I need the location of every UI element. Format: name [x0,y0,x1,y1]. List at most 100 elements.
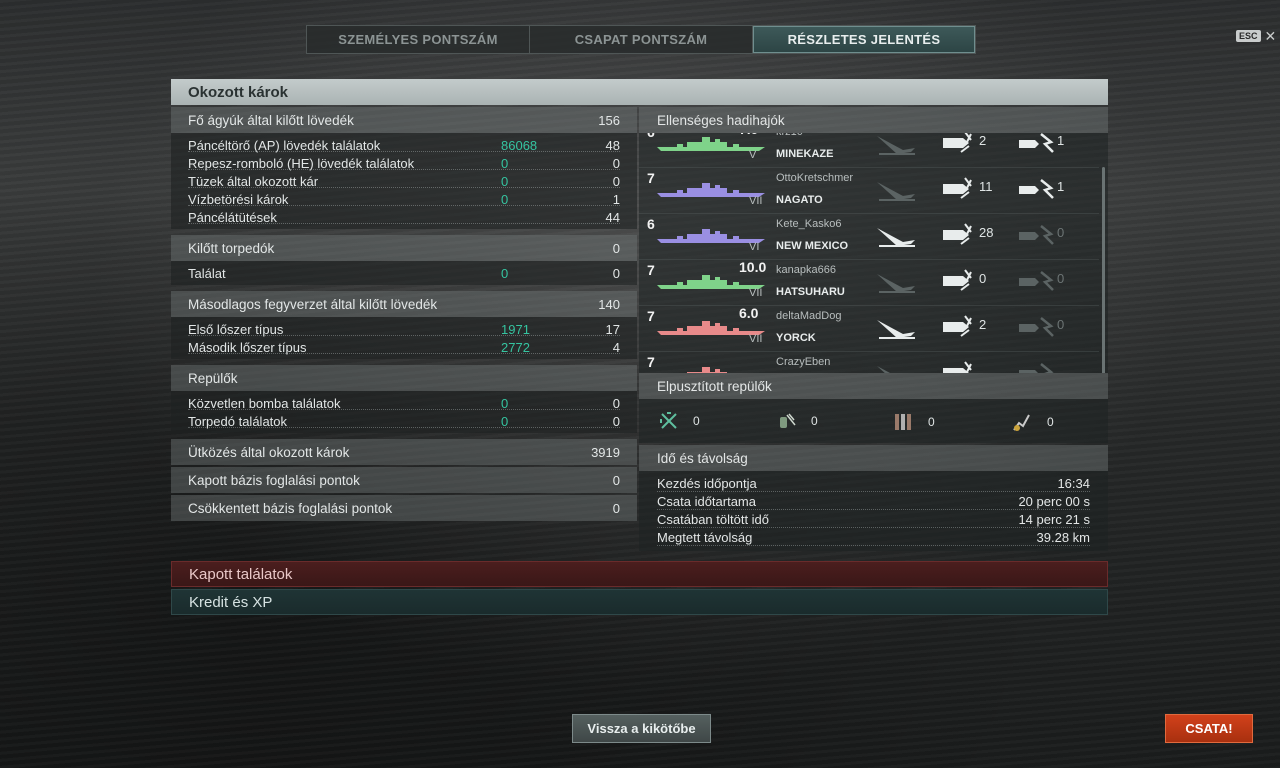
shell-hits-count: 2 [979,317,987,332]
ship-tier-roman: VI [749,241,760,253]
ramming-row: Ütközés által okozott károk 3919 [171,439,637,465]
fire-hits-icon [1019,271,1054,291]
torpedoes-details: Találat 0 0 [171,261,637,285]
fire-hits-count: 0 [1057,271,1065,286]
secondary-label: Másodlagos fegyverzet által kilőtt löved… [188,296,438,312]
aircraft-details: Közvetlen bomba találatok 0 0 Torpedó talá… [171,391,637,433]
ship-sunk-icon [877,366,890,373]
ship-tier-roman: VII [749,287,763,299]
base-capture-label: Kapott bázis foglalási pontok [188,472,360,488]
tab-personal-score[interactable]: SZEMÉLYES PONTSZÁM [307,26,530,53]
stat-row: Közvetlen bomba találatok 0 0 [171,394,637,412]
plane-count: 0 [693,414,700,428]
player-name: OttoKretschmer [776,172,854,184]
plane-count: 0 [811,414,818,428]
time-value: 20 perc 00 s [1018,494,1090,509]
stat-count: 0 [612,395,620,411]
player-name: CrazyEben [776,356,831,368]
planes-destroyed: 0 0 0 0 [639,399,1108,443]
ship-tier: 7 [647,170,655,186]
stat-damage: 0 [501,173,509,189]
credits-xp-section[interactable]: Kredit és XP [171,589,1108,615]
tab-team-score[interactable]: CSAPAT PONTSZÁM [530,26,753,53]
ship-sunk-icon [877,274,915,293]
base-capture-value: 0 [612,472,620,488]
close-button[interactable]: ESC ✕ [1236,29,1276,43]
plane-stat: 0 [892,411,935,433]
stat-count: 1 [612,191,620,207]
time-distance-header: Idő és távolság [639,445,1108,471]
stat-label: Páncélátütések [188,209,277,225]
stat-damage: 0 [501,265,509,281]
time-value: 14 perc 21 s [1018,512,1090,527]
enemy-ships-list[interactable]: 6 7.0 Vkrz10 MINEKAZE 2 1 7 VII OttoKretschmer NA… [639,133,1108,373]
report-tabs: SZEMÉLYES PONTSZÁM CSAPAT PONTSZÁM RÉSZL… [306,25,976,54]
ship-silhouette-icon [687,367,727,373]
stat-damage: 0 [501,413,509,429]
shell-hits-count: 2 [979,133,987,148]
base-defense-value: 0 [612,500,620,516]
shell-hits-icon [943,361,972,373]
ships-scrollbar[interactable] [1102,167,1105,373]
enemy-ship-row: 7 6.0 VII deltaMadDog YORCK 2 0 [639,305,1099,352]
torpedoes-value: 0 [612,240,620,256]
ship-tier: 7 [647,354,655,370]
stat-count: 0 [612,173,620,189]
plane-count: 0 [1047,415,1054,429]
torpedoes-label: Kilőtt torpedók [188,240,275,256]
fire-hits-count: 1 [1057,133,1065,148]
shell-hits-count: 0 [979,271,987,286]
stat-row: Vízbetörési károk 0 1 [171,190,637,208]
ship-tier-roman: VII [749,195,763,207]
ship-tier: 7 [647,308,655,324]
plane-count: 0 [928,415,935,429]
secondary-details: Első lőszer típus 1971 17 Második lőszer t… [171,317,637,359]
stat-damage: 0 [501,395,509,411]
fire-hits-icon [1019,133,1054,153]
fire-hits-icon [1019,363,1054,373]
stat-count: 4 [612,339,620,355]
stat-label: Repesz-romboló (HE) lövedék találatok [188,155,415,171]
player-name: krz10 [776,133,803,138]
ship-damage-percent: 6.0 [739,305,759,321]
return-to-port-button[interactable]: Vissza a kikötőbe [572,714,711,743]
stat-row: Páncélátütések 44 [171,208,637,226]
stat-label: Első lőszer típus [188,321,284,337]
time-label: Csata időtartama [657,494,756,509]
ship-sunk-icon [877,320,915,339]
ship-tier-roman: V [749,149,757,161]
tab-detailed-report[interactable]: RÉSZLETES JELENTÉS [753,26,975,53]
enemy-ship-row: 7 CrazyEben [639,351,1099,373]
player-name: deltaMadDog [776,310,842,322]
main-battery-details: Páncéltörő (AP) lövedék találatok 86068 48… [171,133,637,229]
player-name: Kete_Kasko6 [776,218,842,230]
ship-sunk-icon [877,136,915,155]
right-panel: Ellenséges hadihajók 6 7.0 Vkrz10 MINEKAZE 2… [639,107,1108,551]
ship-tier: 6 [647,216,655,232]
battle-button[interactable]: CSATA! [1165,714,1253,743]
base-defense-label: Csökkentett bázis foglalási pontok [188,500,393,516]
enemy-ship-row: 7 10.0 VII kanapka666 HATSUHARU 0 0 [639,259,1099,306]
stat-label: Találat [188,265,226,281]
time-value: 39.28 km [1036,530,1090,545]
time-label: Megtett távolság [657,530,753,545]
stat-row: Tüzek által okozott kár 0 0 [171,172,637,190]
torpedoes-header: Kilőtt torpedók 0 [171,235,637,261]
damage-section-header[interactable]: Okozott károk [171,79,1108,105]
stat-damage: 1971 [501,321,530,337]
stat-damage: 2772 [501,339,530,355]
stat-row: Torpedó találatok 0 0 [171,412,637,430]
ship-tier: 6 [647,133,655,140]
secondary-value: 140 [598,296,620,312]
ramming-value: 3919 [591,444,620,460]
close-icon: ✕ [1264,28,1277,44]
stat-count: 0 [612,155,620,171]
stat-damage: 0 [501,155,509,171]
torpedo-bomber-icon [780,413,796,428]
stat-label: Közvetlen bomba találatok [188,395,341,411]
ship-sunk-icon [877,228,915,247]
fire-hits-icon [1019,225,1054,245]
time-row: Csatában töltött idő 14 perc 21 s [639,511,1108,529]
stat-damage: 86068 [501,137,538,153]
received-hits-section[interactable]: Kapott találatok [171,561,1108,587]
